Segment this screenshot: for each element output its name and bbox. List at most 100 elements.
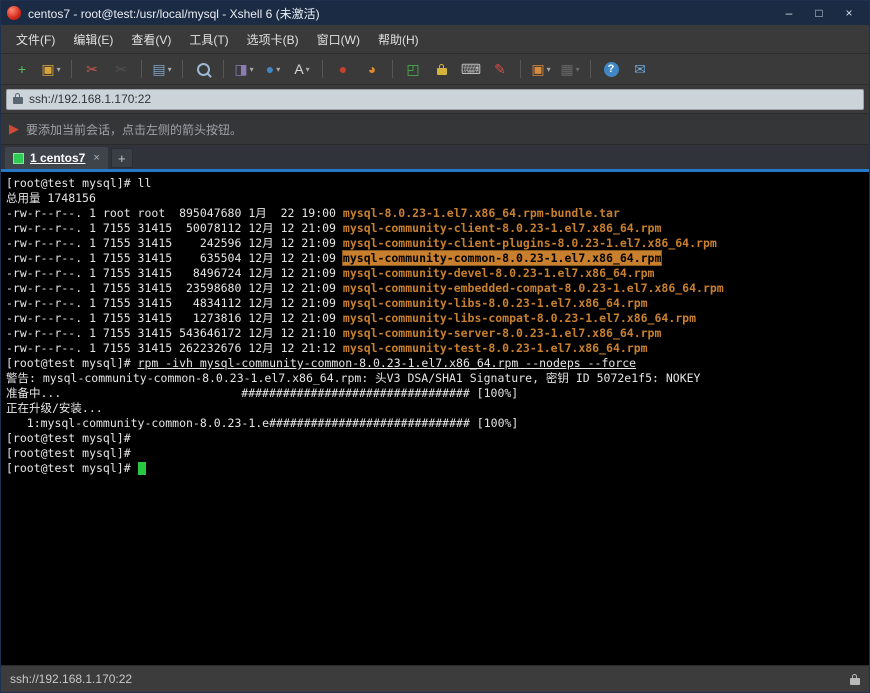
- xshell-window: centos7 - root@test:/usr/local/mysql - X…: [0, 0, 870, 693]
- chevron-down-icon[interactable]: ▾: [276, 65, 280, 74]
- reconnect-icon: ✂: [115, 62, 127, 76]
- close-button[interactable]: ×: [835, 4, 863, 22]
- window-controls: – □ ×: [775, 4, 863, 22]
- disconnect-icon[interactable]: ✂: [79, 58, 105, 80]
- terminal-line: -rw-r--r--. 1 7155 31415 242596 12月 12 2…: [6, 236, 864, 251]
- maximize-button[interactable]: □: [805, 4, 833, 22]
- keyboard-icon[interactable]: ⌨: [458, 58, 484, 80]
- web-browser-icon[interactable]: ●▾: [260, 58, 286, 80]
- tab-close-icon[interactable]: ×: [93, 152, 99, 164]
- tab-label: 1 centos7: [30, 151, 85, 165]
- menu-item[interactable]: 选项卡(B): [238, 27, 308, 52]
- chevron-down-icon[interactable]: ▾: [547, 65, 551, 74]
- terminal-line: -rw-r--r--. 1 7155 31415 635504 12月 12 2…: [6, 251, 864, 266]
- font-color-icon[interactable]: A▾: [289, 58, 315, 80]
- help-icon: ?: [604, 62, 619, 77]
- menu-item[interactable]: 工具(T): [180, 27, 237, 52]
- terminal-line: [root@test mysql]# ll: [6, 176, 864, 191]
- address-field[interactable]: ssh://192.168.1.170:22: [6, 89, 864, 110]
- terminal-line: -rw-r--r--. 1 root root 895047680 1月 22 …: [6, 206, 864, 221]
- open-folder-icon: ▣: [41, 62, 54, 76]
- menu-item[interactable]: 编辑(E): [64, 27, 122, 52]
- new-session-icon[interactable]: +: [9, 58, 35, 80]
- feedback-icon: ✉: [634, 62, 646, 76]
- chevron-down-icon[interactable]: ▾: [250, 65, 254, 74]
- chevron-down-icon[interactable]: ▾: [168, 65, 172, 74]
- chevron-down-icon[interactable]: ▾: [306, 65, 310, 74]
- terminal-line: [root@test mysql]# rpm -ivh mysql-commun…: [6, 356, 864, 371]
- terminal-line: -rw-r--r--. 1 7155 31415 262232676 12月 1…: [6, 341, 864, 356]
- toolbar-separator: [322, 60, 323, 78]
- add-session-arrow-icon[interactable]: ▶: [9, 121, 19, 137]
- toolbar: +▣▾✂✂▤▾◨▾●▾A▾●◕◰⌨✎▣▾▦▾?✉: [1, 54, 869, 85]
- menu-item[interactable]: 查看(V): [122, 27, 180, 52]
- terminal-line: -rw-r--r--. 1 7155 31415 8496724 12月 12 …: [6, 266, 864, 281]
- terminal-line: 警告: mysql-community-common-8.0.23-1.el7.…: [6, 371, 864, 386]
- terminal-line: 1:mysql-community-common-8.0.23-1.e#####…: [6, 416, 864, 431]
- title-bar[interactable]: centos7 - root@test:/usr/local/mysql - X…: [1, 1, 869, 25]
- toolbar-separator: [141, 60, 142, 78]
- find-icon[interactable]: [190, 58, 216, 80]
- new-window-icon[interactable]: ▤▾: [149, 58, 175, 80]
- terminal-line: -rw-r--r--. 1 7155 31415 1273816 12月 12 …: [6, 311, 864, 326]
- toolbar-separator: [590, 60, 591, 78]
- new-window-icon: ▤: [152, 62, 165, 76]
- keyboard-icon: ⌨: [461, 62, 481, 76]
- window-layout-icon: ▦: [560, 62, 573, 76]
- chevron-down-icon[interactable]: ▾: [576, 65, 580, 74]
- address-text: ssh://192.168.1.170:22: [29, 92, 151, 106]
- window-layout-icon[interactable]: ▦▾: [557, 58, 583, 80]
- terminal-line: [root@test mysql]#: [6, 446, 864, 461]
- lock-screen-icon: [437, 68, 447, 75]
- minimize-button[interactable]: –: [775, 4, 803, 22]
- terminal-line: 总用量 1748156: [6, 191, 864, 206]
- chevron-down-icon[interactable]: ▾: [57, 65, 61, 74]
- xshell-ball-icon: ●: [339, 62, 347, 76]
- feedback-icon[interactable]: ✉: [627, 58, 653, 80]
- menu-item[interactable]: 文件(F): [7, 27, 64, 52]
- toolbar-separator: [520, 60, 521, 78]
- status-lock-icon: [850, 678, 860, 685]
- find-icon: [197, 63, 210, 76]
- menu-item[interactable]: 窗口(W): [308, 27, 369, 52]
- fullscreen-icon[interactable]: ◰: [400, 58, 426, 80]
- lock-icon: [13, 97, 23, 104]
- menu-bar: 文件(F)编辑(E)查看(V)工具(T)选项卡(B)窗口(W)帮助(H): [1, 25, 869, 54]
- tab-bar: 1 centos7 × +: [1, 145, 869, 172]
- terminal-line: [root@test mysql]#: [6, 431, 864, 446]
- xshell-ball-icon[interactable]: ●: [330, 58, 356, 80]
- tab-centos7[interactable]: 1 centos7 ×: [5, 147, 108, 169]
- terminal-line: [root@test mysql]#: [6, 461, 864, 476]
- disconnect-icon: ✂: [86, 62, 98, 76]
- web-browser-icon: ●: [266, 62, 274, 76]
- file-manager-icon[interactable]: ▣▾: [528, 58, 554, 80]
- menu-item[interactable]: 帮助(H): [369, 27, 428, 52]
- notice-bar: ▶ 要添加当前会话，点击左侧的箭头按钮。: [1, 114, 869, 145]
- toolbar-separator: [392, 60, 393, 78]
- highlight-pen-icon[interactable]: ✎: [487, 58, 513, 80]
- toolbar-separator: [223, 60, 224, 78]
- terminal-line: 正在升级/安装...: [6, 401, 864, 416]
- notice-text: 要添加当前会话，点击左侧的箭头按钮。: [26, 121, 242, 138]
- status-bar: ssh://192.168.1.170:22: [1, 665, 869, 692]
- connected-indicator-icon: [13, 153, 24, 164]
- window-title: centos7 - root@test:/usr/local/mysql - X…: [28, 5, 775, 22]
- toolbar-separator: [182, 60, 183, 78]
- reconnect-icon[interactable]: ✂: [108, 58, 134, 80]
- file-manager-icon: ▣: [531, 62, 544, 76]
- terminal-line: -rw-r--r--. 1 7155 31415 543646172 12月 1…: [6, 326, 864, 341]
- toolbar-separator: [71, 60, 72, 78]
- fullscreen-icon: ◰: [406, 62, 419, 76]
- xftp-ball-icon: ◕: [368, 62, 376, 76]
- split-pane-icon[interactable]: ◨▾: [231, 58, 257, 80]
- terminal-line: -rw-r--r--. 1 7155 31415 50078112 12月 12…: [6, 221, 864, 236]
- font-color-icon: A: [294, 62, 303, 76]
- lock-screen-icon[interactable]: [429, 58, 455, 80]
- terminal-line: 准备中... #################################…: [6, 386, 864, 401]
- open-folder-icon[interactable]: ▣▾: [38, 58, 64, 80]
- split-pane-icon: ◨: [234, 62, 247, 76]
- xftp-ball-icon[interactable]: ◕: [359, 58, 385, 80]
- new-tab-button[interactable]: +: [111, 148, 133, 168]
- help-icon[interactable]: ?: [598, 58, 624, 80]
- terminal[interactable]: [root@test mysql]# ll总用量 1748156-rw-r--r…: [1, 172, 869, 665]
